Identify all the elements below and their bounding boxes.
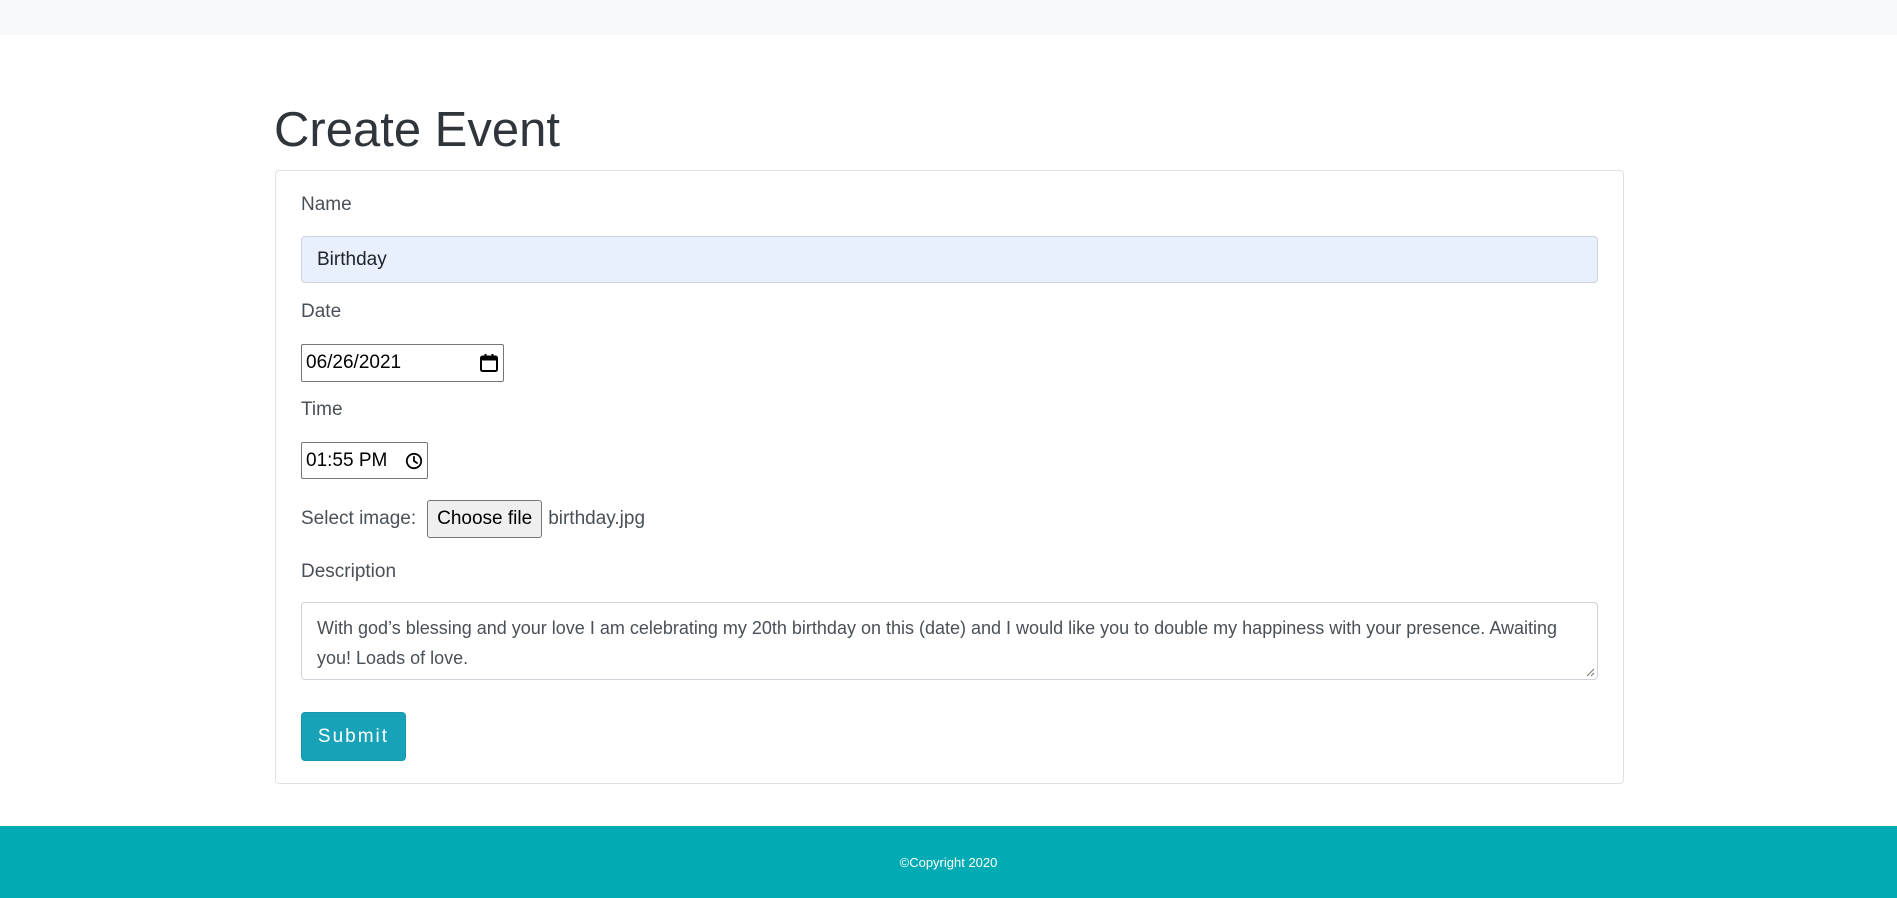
date-input[interactable]: 06/26/2021: [301, 344, 504, 382]
page-title: Create Event: [274, 103, 560, 157]
event-form-card: Name Birthday Date 06/26/2021 Time 01:55…: [275, 170, 1624, 784]
description-text: With god’s blessing and your love I am c…: [317, 618, 1558, 668]
description-label: Description: [301, 561, 397, 582]
image-select-row: Select image: Choose file birthday.jpg: [301, 500, 645, 538]
time-input[interactable]: 01:55 PM: [301, 442, 428, 479]
calendar-icon[interactable]: [479, 353, 499, 373]
clock-icon[interactable]: [405, 452, 423, 470]
copyright-text: ©Copyright 2020: [899, 854, 998, 870]
resize-grip-icon[interactable]: [1585, 667, 1595, 677]
time-label: Time: [301, 399, 343, 420]
date-value: 06/26/2021: [306, 352, 402, 373]
submit-button[interactable]: Submit: [301, 712, 406, 761]
selected-file-name: birthday.jpg: [548, 508, 646, 529]
date-label: Date: [301, 301, 342, 322]
time-value: 01:55 PM: [306, 450, 388, 471]
top-navbar: [0, 0, 1897, 35]
description-textarea[interactable]: With god’s blessing and your love I am c…: [301, 602, 1598, 680]
choose-file-button[interactable]: Choose file: [427, 500, 543, 538]
footer: ©Copyright 2020: [0, 826, 1897, 898]
name-label: Name: [301, 194, 352, 215]
image-label: Select image:: [301, 508, 417, 529]
name-input[interactable]: Birthday: [301, 236, 1598, 283]
